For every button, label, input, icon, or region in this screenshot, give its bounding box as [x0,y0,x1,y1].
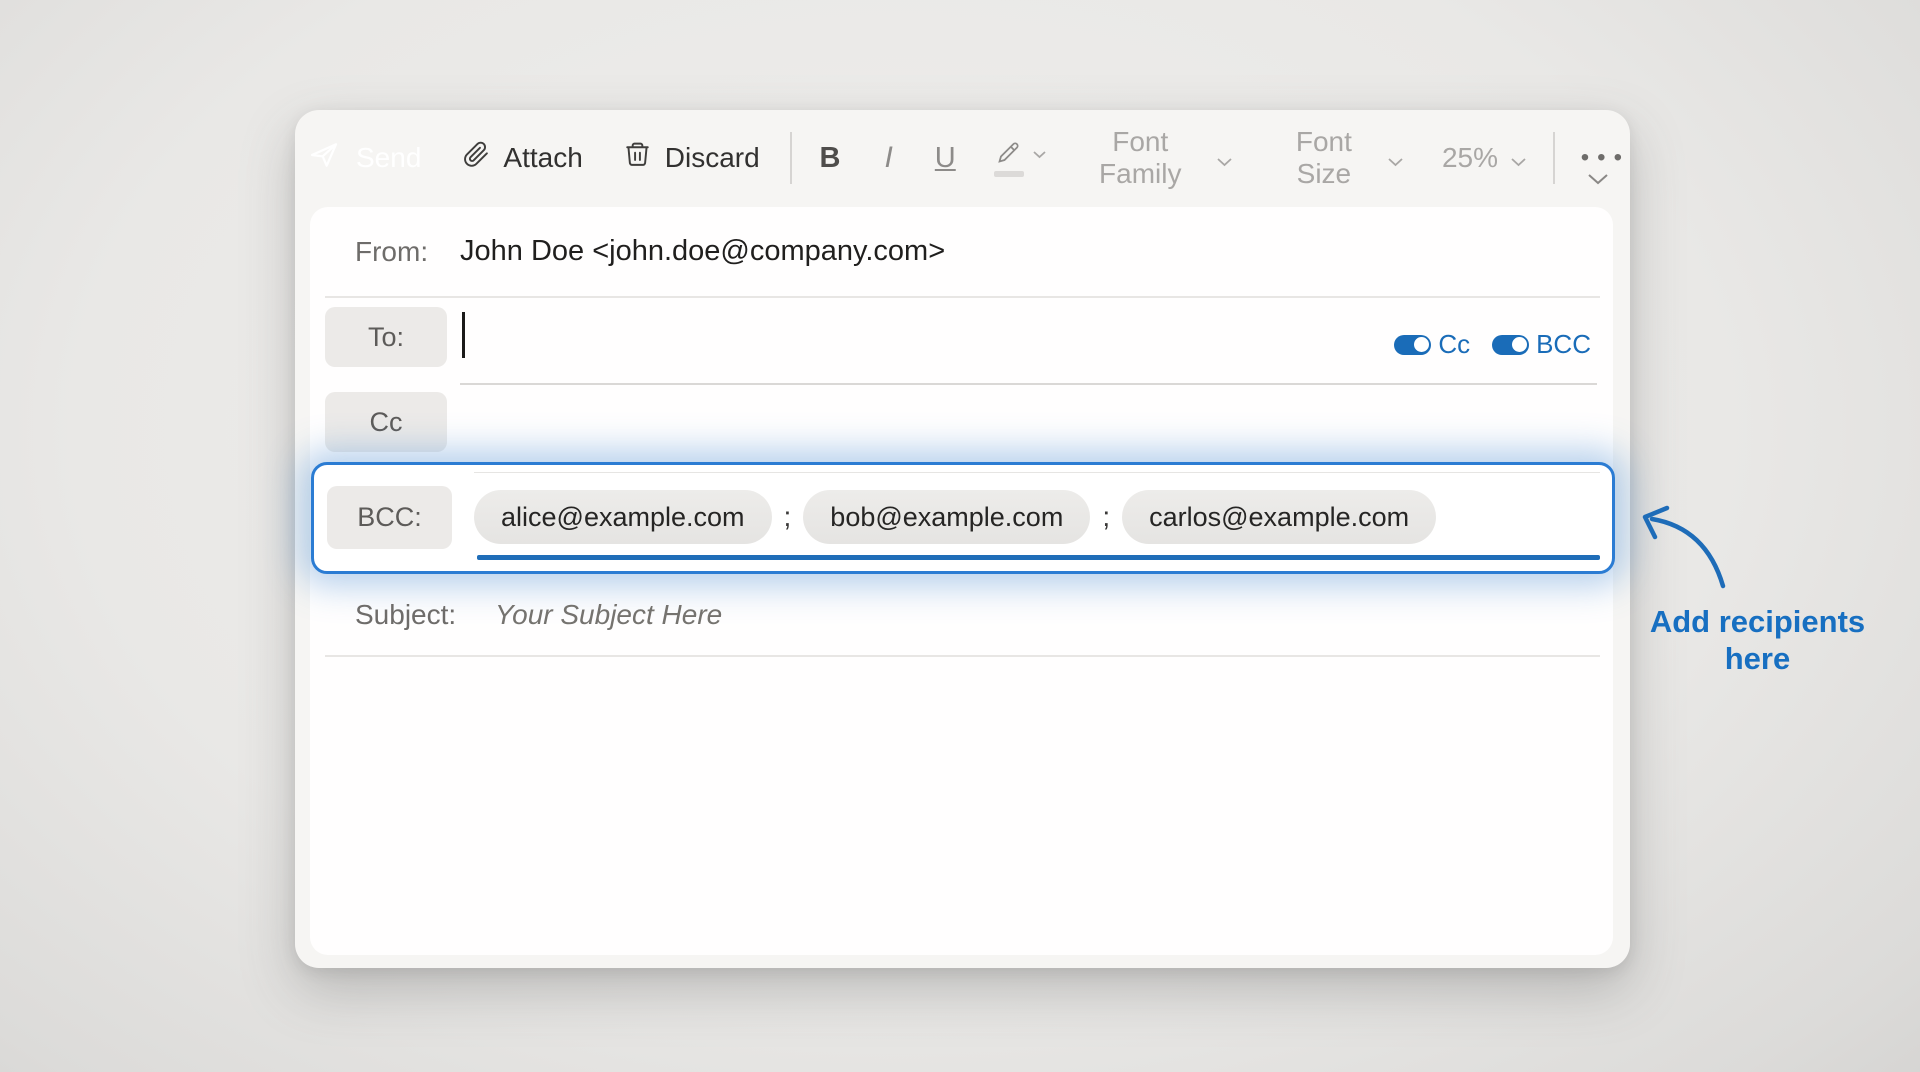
compose-toolbar: Send Attach Discard B I U [295,110,1630,206]
chevron-down-icon [1216,142,1233,174]
chevron-down-icon [1510,142,1527,174]
message-body-input[interactable] [310,657,1613,955]
send-label: Send [356,142,421,174]
chevron-down-icon [1387,142,1404,174]
compose-form-panel: From: John Doe <john.doe@company.com> To… [310,207,1613,955]
bcc-field-underline [477,555,1600,560]
discard-label: Discard [665,142,760,174]
recipient-toggles: Cc BCC [1394,329,1591,360]
send-button[interactable]: Send [308,130,421,186]
compose-window: Send Attach Discard B I U [295,110,1630,968]
annotation-text: Add recipients here [1645,603,1870,677]
send-icon [308,139,340,178]
font-family-label: Font Family [1077,126,1204,190]
subject-input[interactable]: Your Subject Here [495,599,722,631]
subject-label: Subject: [355,599,495,631]
zoom-dropdown[interactable]: 25% [1442,142,1527,174]
from-address: John Doe <john.doe@company.com> [460,235,945,268]
bcc-toggle-label: BCC [1536,329,1591,360]
subject-row: Subject: Your Subject Here [310,574,1613,655]
font-family-dropdown[interactable]: Font Family [1077,126,1233,190]
chip-separator: ; [1102,501,1110,533]
bcc-button[interactable]: BCC: [327,486,452,549]
highlighter-icon [994,139,1024,168]
toolbar-divider [790,132,792,184]
text-cursor [462,312,465,358]
recipient-chip[interactable]: alice@example.com [474,490,772,544]
to-button[interactable]: To: [325,307,447,367]
recipient-chip[interactable]: carlos@example.com [1122,490,1436,544]
to-row: To: Cc BCC [310,297,1613,385]
zoom-value: 25% [1442,142,1498,174]
annotation-line-2: here [1645,640,1870,677]
toolbar-divider [1553,132,1555,184]
italic-button[interactable]: I [884,141,892,175]
annotation-line-1: Add recipients [1645,603,1870,640]
bold-button[interactable]: B [820,142,841,175]
desktop-background: Send Attach Discard B I U [0,0,1920,1072]
bcc-field-highlighted[interactable]: BCC: alice@example.com ; bob@example.com… [311,462,1615,574]
highlighter-button[interactable] [994,139,1047,177]
attach-button[interactable]: Attach [461,140,582,176]
collapse-ribbon-chevron-icon[interactable] [1586,172,1610,188]
row-divider [474,472,1600,473]
cc-toggle[interactable] [1394,335,1431,355]
paperclip-icon [461,140,490,176]
from-row: From: John Doe <john.doe@company.com> [310,207,1613,296]
bcc-toggle[interactable] [1492,335,1529,355]
font-size-dropdown[interactable]: Font Size [1273,126,1404,190]
cc-row: Cc [310,385,1613,462]
trash-icon [623,140,652,176]
cc-toggle-label: Cc [1438,329,1470,360]
chip-separator: ; [784,501,792,533]
font-size-label: Font Size [1273,126,1375,190]
highlight-color-bar [994,171,1024,177]
cc-button[interactable]: Cc [325,392,447,452]
more-options-button[interactable]: ••• [1581,144,1630,172]
chevron-down-icon [1032,147,1047,162]
underline-button[interactable]: U [935,142,956,175]
discard-button[interactable]: Discard [623,140,760,176]
from-label: From: [355,236,460,268]
attach-label: Attach [503,142,582,174]
to-input[interactable] [475,317,1193,363]
recipient-chip[interactable]: bob@example.com [803,490,1090,544]
bcc-recipients: alice@example.com ; bob@example.com ; ca… [474,490,1436,544]
